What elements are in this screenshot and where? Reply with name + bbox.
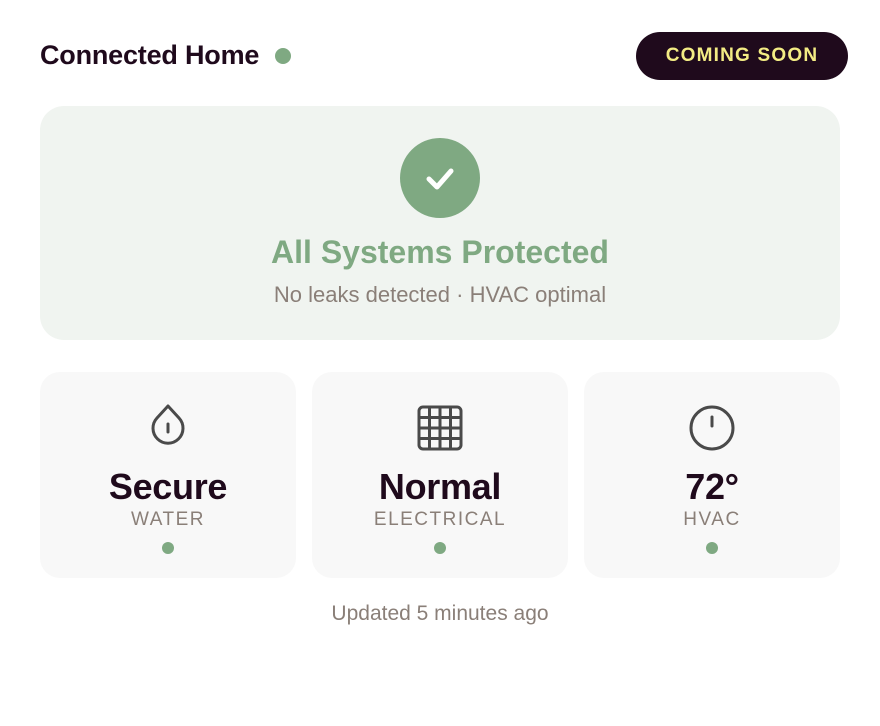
hvac-temperature-value: 72°: [685, 466, 739, 507]
electrical-card[interactable]: Normal ELECTRICAL: [312, 372, 568, 578]
water-label: WATER: [131, 509, 205, 530]
title-group: Connected Home: [40, 40, 292, 71]
header: Connected Home COMING SOON: [40, 32, 848, 80]
coming-soon-badge: COMING SOON: [636, 32, 848, 80]
grid-panel-icon: [412, 400, 468, 456]
thermostat-icon: [684, 400, 740, 456]
last-updated-text: Updated 5 minutes ago: [331, 602, 549, 625]
water-drop-icon: [140, 400, 196, 456]
water-status-dot: [162, 542, 174, 554]
status-title: All Systems Protected: [271, 234, 609, 270]
protection-status-panel: All Systems Protected No leaks detected …: [40, 106, 840, 340]
water-card[interactable]: Secure WATER: [40, 372, 296, 578]
hvac-status-dot: [706, 542, 718, 554]
online-status-dot: [275, 47, 292, 64]
status-subtitle: No leaks detected · HVAC optimal: [273, 282, 607, 307]
page-title: Connected Home: [40, 40, 260, 70]
electrical-status-value: Normal: [378, 466, 502, 507]
checkmark-icon: [400, 138, 480, 218]
electrical-label: ELECTRICAL: [373, 509, 507, 530]
hvac-card[interactable]: 72° HVAC: [584, 372, 840, 578]
electrical-status-dot: [434, 542, 446, 554]
water-status-value: Secure: [108, 466, 228, 507]
hvac-label: HVAC: [683, 509, 741, 530]
